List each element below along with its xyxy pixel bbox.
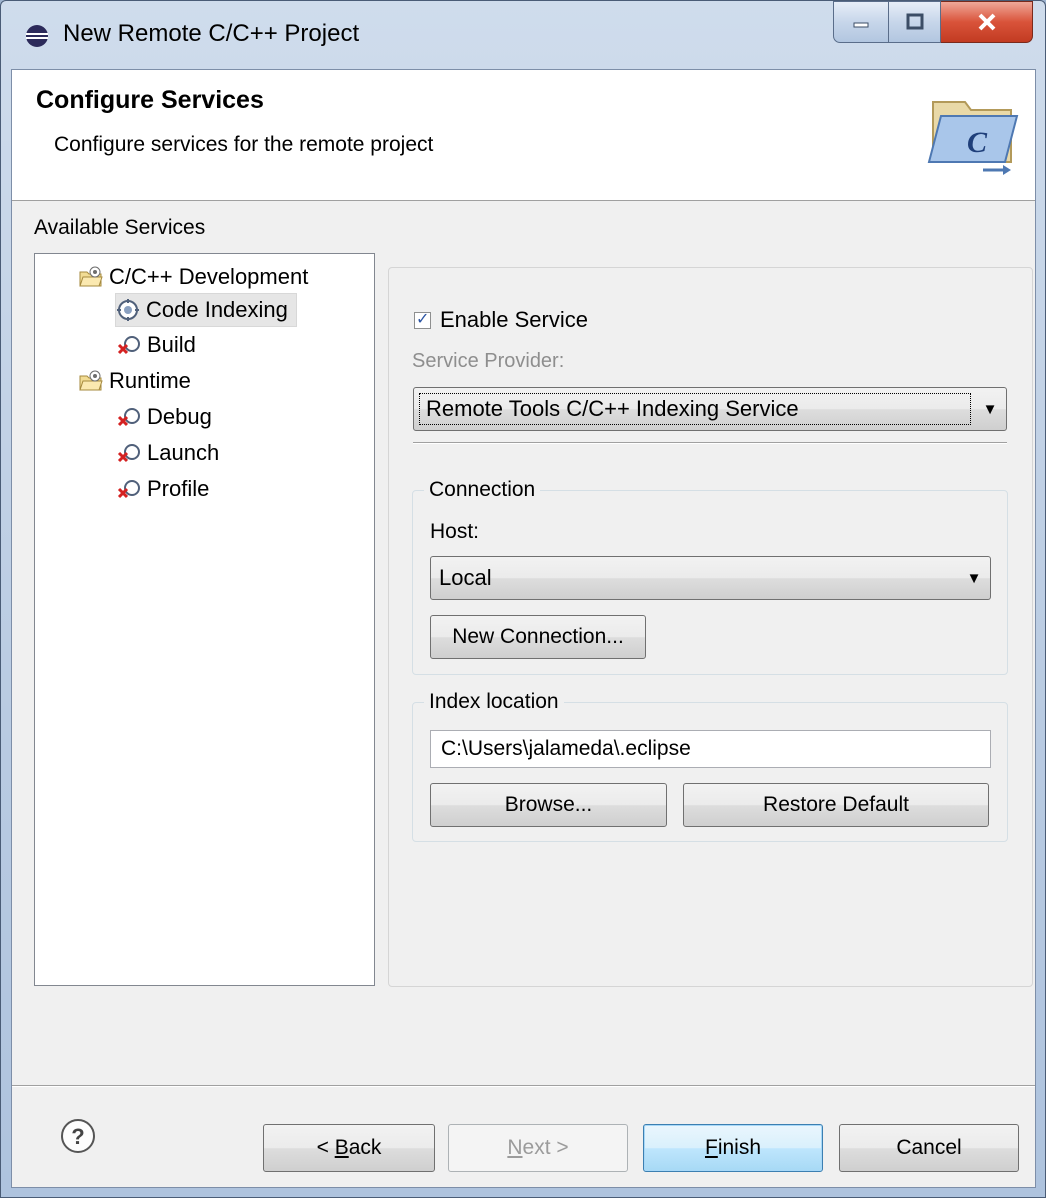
- finish-button[interactable]: Finish: [643, 1124, 823, 1172]
- title-bar[interactable]: New Remote C/C++ Project: [1, 1, 1045, 67]
- host-select[interactable]: Local ▼: [430, 556, 991, 600]
- tree-item-label: Build: [147, 332, 196, 357]
- next-button[interactable]: Next >: [448, 1124, 628, 1172]
- service-category-icon: [79, 370, 103, 391]
- maximize-button[interactable]: [889, 1, 941, 43]
- tree-item-profile[interactable]: Profile: [117, 472, 209, 506]
- service-provider-label: Service Provider:: [412, 350, 565, 372]
- service-ok-icon: [117, 299, 139, 321]
- close-button[interactable]: [941, 1, 1033, 43]
- minimize-icon: [853, 22, 869, 28]
- tree-item-launch[interactable]: Launch: [117, 436, 219, 470]
- svg-text:?: ?: [71, 1124, 84, 1149]
- dropdown-arrow-icon: ▼: [966, 569, 982, 587]
- index-location-group-label: Index location: [424, 690, 564, 714]
- enable-service-label: Enable Service: [440, 307, 588, 332]
- svg-text:C: C: [967, 126, 988, 159]
- host-label: Host:: [430, 520, 480, 543]
- index-location-input[interactable]: C:\Users\jalameda\.eclipse: [430, 730, 991, 768]
- maximize-icon: [906, 13, 923, 30]
- dialog-window: New Remote C/C++ Project Configure Servi…: [0, 0, 1046, 1198]
- footer-separator: [12, 1085, 1035, 1087]
- tree-item-label: C/C++ Development: [109, 264, 309, 289]
- cancel-button[interactable]: Cancel: [839, 1124, 1019, 1172]
- tree-item-cpp-development[interactable]: C/C++ Development: [79, 260, 308, 294]
- service-category-icon: [79, 266, 103, 287]
- tree-item-code-indexing[interactable]: Code Indexing: [115, 293, 297, 327]
- browse-button[interactable]: Browse...: [430, 783, 667, 827]
- services-tree[interactable]: C/C++ Development Code Indexing Build Ru…: [34, 253, 375, 986]
- service-error-icon: [117, 444, 140, 463]
- tree-item-debug[interactable]: Debug: [117, 400, 212, 434]
- service-error-icon: [117, 408, 140, 427]
- checkbox-box[interactable]: ✓: [414, 310, 431, 329]
- close-icon: [978, 13, 995, 31]
- restore-default-button[interactable]: Restore Default: [683, 783, 989, 827]
- finish-mnemonic: F: [704, 1136, 718, 1159]
- page-title: Configure Services: [36, 86, 264, 114]
- next-mnemonic: N: [507, 1136, 523, 1159]
- enable-service-checkbox[interactable]: ✓ Enable Service: [414, 307, 588, 333]
- minimize-button[interactable]: [833, 1, 889, 43]
- finish-rest: inish: [717, 1136, 762, 1159]
- service-error-icon: [117, 480, 140, 499]
- window-title: New Remote C/C++ Project: [63, 20, 360, 47]
- service-provider-value: Remote Tools C/C++ Indexing Service: [416, 390, 974, 428]
- page-description: Configure services for the remote projec…: [54, 133, 434, 156]
- new-connection-button[interactable]: New Connection...: [430, 615, 646, 659]
- available-services-label: Available Services: [34, 216, 206, 239]
- eclipse-icon: [26, 25, 48, 47]
- back-rest: ack: [348, 1136, 382, 1159]
- tree-item-label: Runtime: [109, 368, 191, 393]
- tree-item-runtime[interactable]: Runtime: [79, 364, 191, 398]
- check-icon: ✓: [416, 310, 430, 328]
- connection-group-label: Connection: [424, 478, 541, 502]
- tree-item-build[interactable]: Build: [117, 328, 196, 362]
- wizard-header: Configure Services Configure services fo…: [12, 70, 1035, 201]
- next-rest: ext >: [522, 1136, 569, 1159]
- help-icon[interactable]: ?: [60, 1118, 96, 1154]
- tree-item-label: Code Indexing: [146, 297, 288, 322]
- tree-item-label: Debug: [147, 404, 212, 429]
- service-provider-select[interactable]: Remote Tools C/C++ Indexing Service ▼: [413, 387, 1007, 431]
- tree-item-label: Profile: [147, 476, 210, 501]
- back-prefix: <: [316, 1136, 335, 1159]
- window-controls: [833, 1, 1033, 45]
- back-mnemonic: B: [334, 1136, 349, 1159]
- separator: [413, 442, 1007, 444]
- back-button[interactable]: < Back: [263, 1124, 435, 1172]
- service-error-icon: [117, 336, 140, 355]
- c-project-folder-icon: C: [927, 101, 1019, 175]
- host-value: Local: [439, 565, 492, 590]
- dialog-client-area: Configure Services Configure services fo…: [11, 69, 1036, 1188]
- tree-item-label: Launch: [147, 440, 220, 465]
- dropdown-arrow-icon: ▼: [982, 400, 998, 418]
